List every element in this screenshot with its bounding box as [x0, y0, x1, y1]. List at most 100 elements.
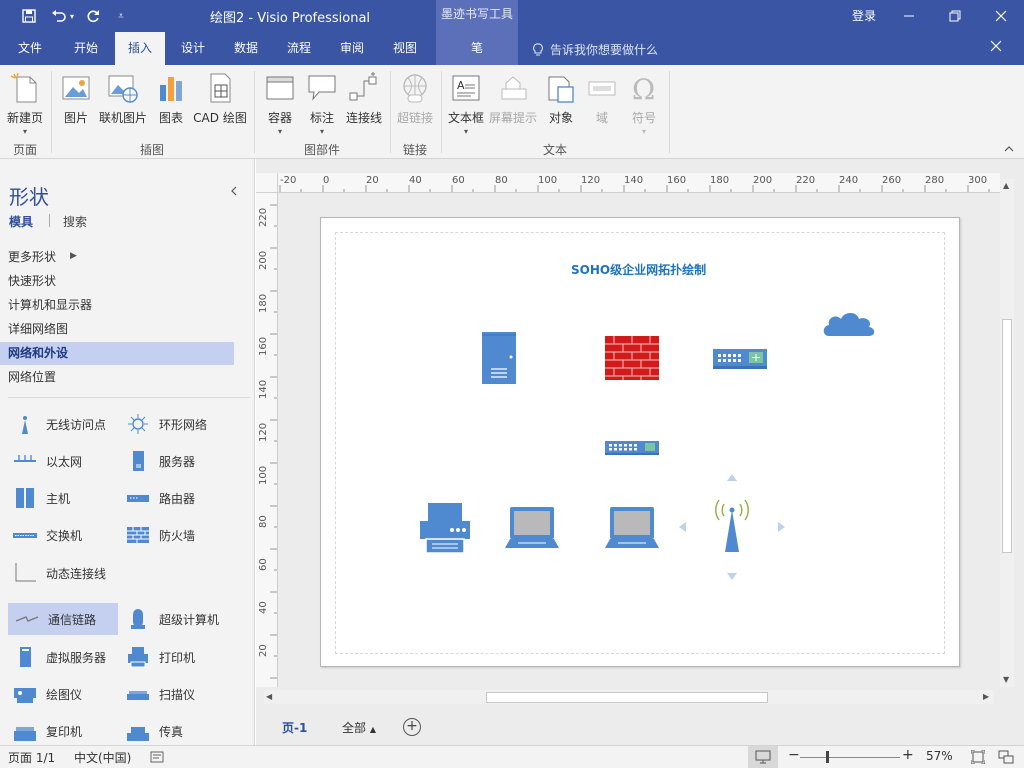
undo-dropdown-icon[interactable]: ▾ — [66, 6, 78, 26]
zoom-level[interactable]: 57% — [926, 749, 953, 763]
switch-windows-icon[interactable] — [998, 750, 1014, 767]
stencil-computers-monitors[interactable]: 计算机和显示器 — [0, 294, 234, 317]
online-picture-button[interactable]: 联机图片 — [98, 69, 148, 137]
shape-router[interactable]: 路由器 — [119, 482, 229, 514]
shape-supercomputer[interactable]: 超级计算机 — [119, 603, 229, 635]
collapse-pane-icon[interactable] — [230, 185, 238, 199]
diagram-laptop[interactable] — [604, 506, 660, 552]
tab-data[interactable]: 数据 — [222, 32, 270, 65]
tab-file[interactable]: 文件 — [6, 32, 54, 65]
shape-ethernet[interactable]: 以太网 — [6, 445, 116, 477]
tab-view[interactable]: 视图 — [381, 32, 429, 65]
shape-printer[interactable]: 打印机 — [119, 641, 229, 673]
tell-me-box[interactable]: 告诉我你想要做什么 — [532, 41, 658, 58]
scroll-down-icon[interactable]: ▼ — [1003, 675, 1009, 684]
stencil-network-peripherals[interactable]: 网络和外设 — [0, 342, 234, 365]
tab-search[interactable]: 搜索 — [63, 213, 87, 230]
symbol-button[interactable]: Ω 符号 ▾ — [626, 69, 662, 137]
vertical-scroll-thumb[interactable] — [1002, 319, 1012, 553]
screentip-button[interactable]: 屏幕提示 — [488, 69, 538, 137]
shape-switch[interactable]: 交换机 — [6, 519, 116, 551]
container-button[interactable]: 容器 ▾ — [262, 69, 298, 137]
diagram-server[interactable] — [481, 331, 517, 385]
text-box-button[interactable]: A 文本框 ▾ — [446, 69, 486, 137]
drawing-page[interactable]: SOHO级企业网拓扑绘制 — [320, 217, 960, 667]
horizontal-scroll-thumb[interactable] — [486, 692, 768, 703]
stencil-detailed-network[interactable]: 详细网络图 — [0, 318, 234, 341]
lightbulb-icon — [533, 42, 543, 55]
tab-review[interactable]: 审阅 — [328, 32, 376, 65]
connector-button[interactable]: 连接线 — [344, 69, 384, 137]
diagram-wireless-ap[interactable] — [675, 470, 789, 584]
save-icon[interactable] — [18, 6, 40, 26]
svg-text:Ω: Ω — [632, 73, 655, 105]
scroll-left-icon[interactable]: ◀ — [266, 692, 272, 701]
all-pages-tab[interactable]: 全部 ▲ — [342, 719, 376, 736]
fit-page-icon[interactable] — [970, 749, 986, 767]
all-pages-label: 全部 — [342, 721, 367, 735]
right-arrow-icon — [778, 522, 785, 532]
stencil-network-locations[interactable]: 网络位置 — [0, 366, 234, 389]
tab-insert[interactable]: 插入 — [115, 32, 165, 65]
tab-stencils[interactable]: 模具 — [9, 213, 33, 230]
minimize-button[interactable] — [886, 0, 932, 32]
horizontal-scrollbar[interactable]: ◀ ▶ — [264, 690, 994, 704]
shape-scanner[interactable]: 扫描仪 — [119, 678, 229, 710]
page-indicator[interactable]: 页面 1/1 — [8, 749, 55, 766]
cad-drawing-button[interactable]: CAD 绘图 — [192, 69, 248, 137]
dropdown-arrow-icon: ▾ — [277, 127, 282, 136]
zoom-in-button[interactable]: + — [902, 747, 914, 763]
dropdown-arrow-icon: ▾ — [463, 127, 468, 136]
document-title: 绘图2 - Visio Professional — [210, 11, 371, 26]
shape-copier[interactable]: 复印机 — [6, 715, 116, 745]
zoom-out-button[interactable]: − — [788, 747, 800, 763]
stencil-more-shapes[interactable]: 更多形状 — [0, 246, 234, 269]
tab-process[interactable]: 流程 — [275, 32, 323, 65]
redo-icon[interactable] — [82, 6, 104, 26]
close-button[interactable] — [978, 0, 1024, 32]
shape-ring-network[interactable]: 环形网络 — [119, 408, 229, 440]
language-indicator[interactable]: 中文(中国) — [74, 749, 131, 766]
field-button[interactable]: 域 — [584, 69, 620, 137]
tab-home[interactable]: 开始 — [62, 32, 110, 65]
object-button[interactable]: 对象 — [542, 69, 580, 137]
scroll-up-icon[interactable]: ▲ — [1003, 181, 1009, 190]
close-document-icon[interactable] — [990, 40, 1002, 56]
callout-button[interactable]: 标注 ▾ — [304, 69, 340, 137]
new-page-button[interactable]: 新建页 ▾ — [4, 69, 46, 137]
chart-button[interactable]: 图表 — [155, 69, 187, 137]
diagram-cloud[interactable] — [821, 308, 877, 342]
zoom-slider-track[interactable] — [800, 757, 900, 758]
restore-button[interactable] — [932, 0, 978, 32]
page-tab-1[interactable]: 页-1 — [282, 719, 307, 736]
diagram-printer[interactable] — [418, 501, 472, 555]
scroll-right-icon[interactable]: ▶ — [983, 692, 989, 701]
login-button[interactable]: 登录 — [852, 7, 876, 24]
shape-server[interactable]: 服务器 — [119, 445, 229, 477]
shape-mainframe[interactable]: 主机 — [6, 482, 116, 514]
diagram-switch[interactable] — [605, 439, 659, 457]
stencil-quick-shapes[interactable]: 快速形状 — [0, 270, 234, 293]
macro-record-icon[interactable] — [150, 751, 164, 766]
diagram-title[interactable]: SOHO级企业网拓扑绘制 — [571, 261, 706, 278]
shape-comm-link[interactable]: 通信链路 — [8, 603, 118, 635]
customize-qat-icon[interactable]: ⩡ — [110, 6, 132, 26]
diagram-laptop[interactable] — [504, 506, 560, 552]
hyperlink-button[interactable]: 超链接 — [395, 69, 435, 137]
picture-button[interactable]: 图片 — [58, 69, 94, 137]
collapse-ribbon-icon[interactable] — [1004, 143, 1014, 156]
shape-fax[interactable]: 传真 — [119, 715, 229, 745]
zoom-slider-thumb[interactable] — [826, 751, 829, 763]
diagram-router[interactable] — [713, 345, 767, 371]
shape-plotter[interactable]: 绘图仪 — [6, 678, 116, 710]
diagram-firewall[interactable] — [605, 336, 659, 380]
tab-pen[interactable]: 笔 — [436, 32, 518, 65]
add-page-button[interactable]: + — [403, 718, 421, 736]
shape-dynamic-connector[interactable]: 动态连接线 — [6, 557, 116, 589]
vertical-scrollbar[interactable]: ▲ ▼ — [1000, 179, 1014, 687]
presentation-mode-icon[interactable] — [748, 746, 778, 768]
shape-virtual-server[interactable]: 虚拟服务器 — [6, 641, 116, 673]
shape-wireless-ap[interactable]: 无线访问点 — [6, 408, 116, 440]
shape-firewall[interactable]: 防火墙 — [119, 519, 229, 551]
tab-design[interactable]: 设计 — [169, 32, 217, 65]
